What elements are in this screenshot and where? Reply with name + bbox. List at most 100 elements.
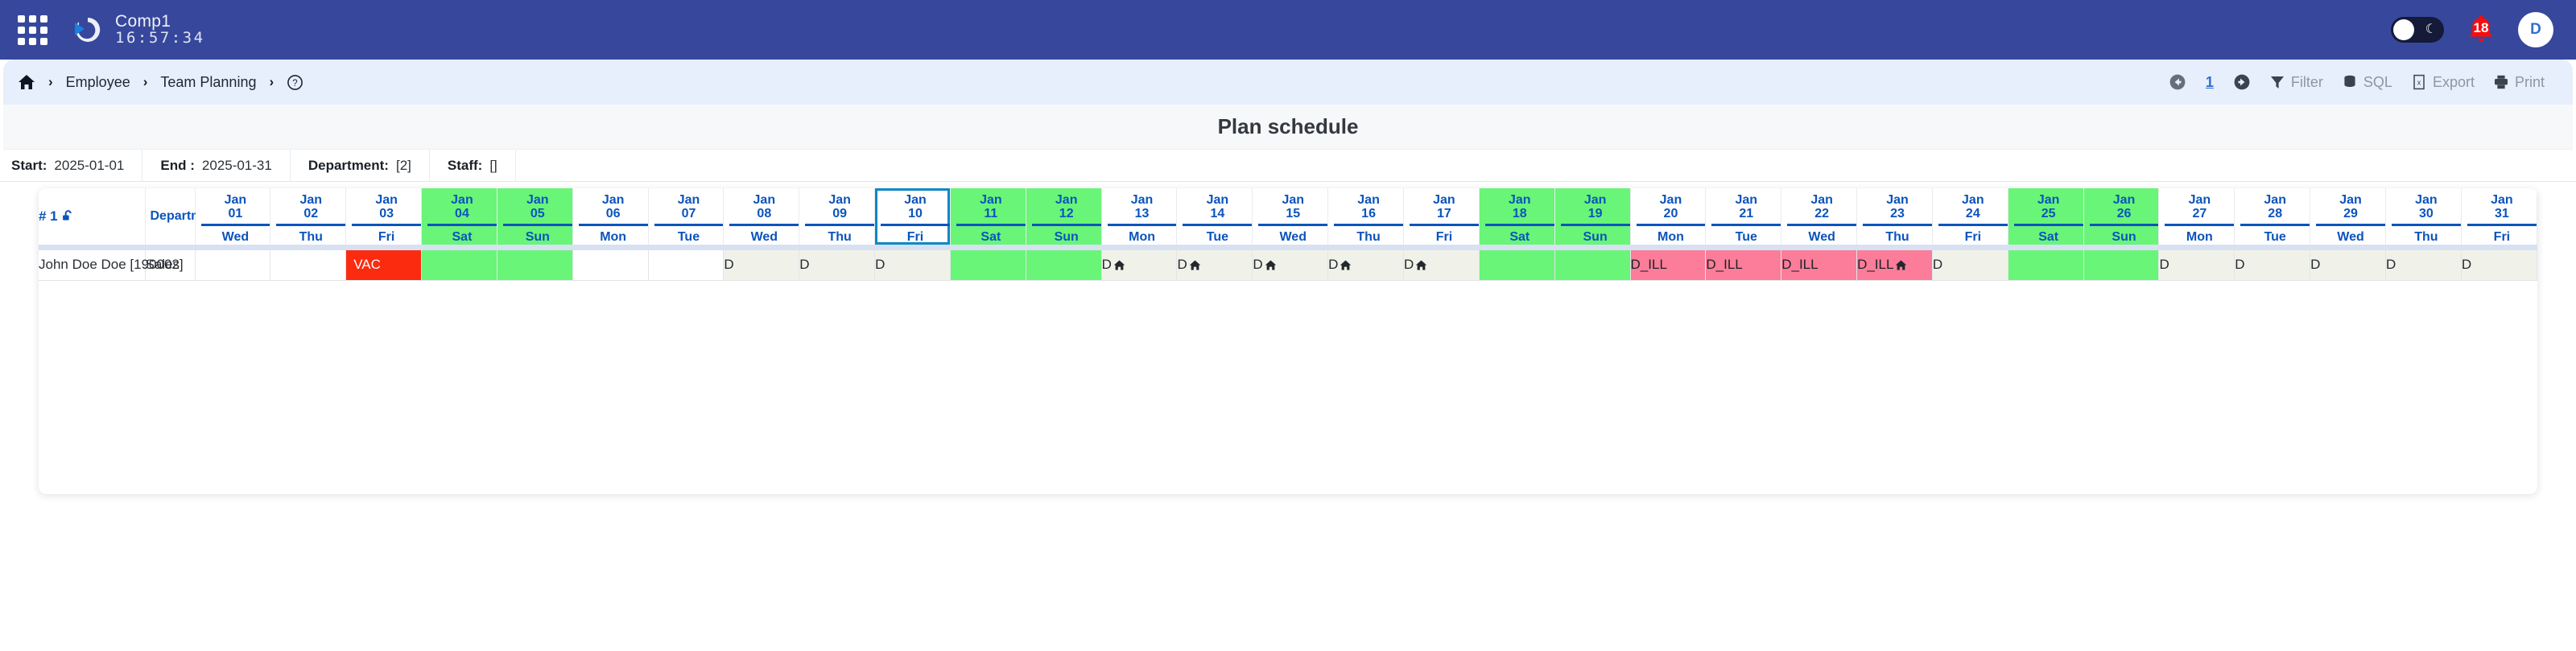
filter-funnel-icon <box>2270 76 2284 89</box>
day-column-header[interactable]: Jan 27 Mon <box>2158 188 2235 245</box>
toggle-knob <box>2393 19 2414 40</box>
user-avatar[interactable]: D <box>2518 12 2553 47</box>
day-header-weekday: Tue <box>1206 229 1229 244</box>
day-column-header[interactable]: Jan 08 Wed <box>723 188 800 245</box>
day-header-weekday: Mon <box>2186 229 2213 244</box>
schedule-cell[interactable] <box>950 249 1026 282</box>
day-column-header[interactable]: Jan 11 Sat <box>950 188 1026 245</box>
day-column-header[interactable]: Jan 07 Tue <box>648 188 724 245</box>
top-app-bar: Comp1 16:57:34 ☾ 18 D <box>0 0 2576 60</box>
schedule-cell[interactable] <box>2008 249 2084 282</box>
filter-end[interactable]: End : 2025-01-31 <box>142 150 291 181</box>
print-button[interactable]: Print <box>2487 72 2550 93</box>
day-column-header[interactable]: Jan 29 Wed <box>2310 188 2386 245</box>
schedule-cell[interactable]: D <box>1252 249 1329 282</box>
prev-page-button[interactable] <box>2163 72 2192 93</box>
sql-button[interactable]: SQL <box>2336 72 2398 93</box>
current-page-number[interactable]: 1 <box>2199 74 2220 91</box>
day-column-header[interactable]: Jan 18 Sat <box>1479 188 1555 245</box>
schedule-cell[interactable] <box>2083 249 2160 282</box>
day-column-header[interactable]: Jan 10 Fri <box>874 188 951 245</box>
employee-name-cell[interactable]: John Doe Doe [190002] <box>39 249 184 282</box>
breadcrumb-item-team-planning[interactable]: Team Planning <box>160 74 256 91</box>
schedule-cell[interactable] <box>497 249 573 282</box>
schedule-cell[interactable]: D <box>799 249 876 282</box>
filter-start[interactable]: Start: 2025-01-01 <box>0 150 143 181</box>
schedule-cell[interactable]: D <box>1101 249 1178 282</box>
schedule-cell[interactable]: D <box>723 249 800 282</box>
schedule-cell[interactable]: VAC <box>345 249 423 282</box>
day-column-header[interactable]: Jan 23 Thu <box>1856 188 1933 245</box>
schedule-cell[interactable]: D <box>1327 249 1404 282</box>
schedule-cell[interactable] <box>1479 249 1555 282</box>
day-column-header[interactable]: Jan 25 Sat <box>2008 188 2084 245</box>
day-column-header[interactable]: Jan 04 Sat <box>421 188 497 245</box>
day-column-header[interactable]: Jan 20 Mon <box>1630 188 1707 245</box>
day-column-header[interactable]: Jan 24 Fri <box>1932 188 2008 245</box>
schedule-cell[interactable] <box>421 249 497 282</box>
schedule-cell[interactable] <box>572 249 649 282</box>
day-column-header[interactable]: Jan 22 Wed <box>1781 188 1858 245</box>
schedule-cell[interactable]: D <box>1932 249 2008 282</box>
day-column-header[interactable]: Jan 28 Tue <box>2234 188 2311 245</box>
schedule-cell[interactable]: D <box>874 249 951 282</box>
filter-department[interactable]: Department: [2] <box>291 150 430 181</box>
day-column-header[interactable]: Jan 14 Tue <box>1176 188 1253 245</box>
unlock-icon <box>62 210 72 220</box>
table-row[interactable]: John Doe Doe [190002] Sales VAC D D D D D D D D D_I… <box>39 249 2537 282</box>
schedule-cell[interactable] <box>648 249 724 282</box>
day-column-header[interactable]: Jan 03 Fri <box>345 188 423 245</box>
schedule-card: # 1 Department Jan 01 Wed Jan 02 Thu Jan 03 Fri Jan… <box>39 188 2537 494</box>
schedule-cell-text: D_ILL <box>1857 257 1894 273</box>
schedule-cell[interactable]: D <box>2310 249 2386 282</box>
schedule-cell[interactable] <box>195 249 271 282</box>
next-page-button[interactable] <box>2227 72 2256 93</box>
notifications-button[interactable]: 18 <box>2465 13 2497 47</box>
schedule-cell[interactable]: D <box>1176 249 1253 282</box>
day-column-header[interactable]: Jan 06 Mon <box>572 188 649 245</box>
day-column-header[interactable]: Jan 19 Sun <box>1554 188 1631 245</box>
breadcrumb-item-employee[interactable]: Employee <box>66 74 130 91</box>
schedule-cell[interactable]: D_ILL <box>1630 249 1707 282</box>
schedule-cell[interactable]: D <box>2461 249 2537 282</box>
brand[interactable]: Comp1 16:57:34 <box>72 12 205 47</box>
dark-mode-toggle[interactable]: ☾ <box>2391 17 2444 43</box>
filter-staff[interactable]: Staff: [] <box>430 150 516 181</box>
plan-header-spacer-row <box>39 244 2537 250</box>
schedule-cell[interactable]: D <box>1403 249 1480 282</box>
schedule-cell[interactable] <box>270 249 347 282</box>
day-column-header[interactable]: Jan 02 Thu <box>270 188 347 245</box>
day-header-weekday: Thu <box>299 229 323 244</box>
day-column-header[interactable]: Jan 09 Thu <box>799 188 876 245</box>
day-column-header[interactable]: Jan 16 Thu <box>1327 188 1404 245</box>
apps-grid-icon[interactable] <box>18 14 47 45</box>
schedule-cell[interactable]: D_ILL <box>1781 249 1858 282</box>
day-column-header[interactable]: Jan 31 Fri <box>2461 188 2537 245</box>
day-column-header[interactable]: Jan 17 Fri <box>1403 188 1480 245</box>
day-header-date: Jan 13 <box>1130 193 1154 221</box>
schedule-cell[interactable] <box>1026 249 1102 282</box>
schedule-cell[interactable]: D_ILL <box>1856 249 1933 282</box>
day-column-header[interactable]: Jan 26 Sun <box>2083 188 2160 245</box>
day-column-header[interactable]: Jan 01 Wed <box>195 188 271 245</box>
export-button[interactable]: x Export <box>2405 72 2480 93</box>
day-column-header[interactable]: Jan 30 Thu <box>2385 188 2462 245</box>
schedule-cell[interactable]: D <box>2158 249 2235 282</box>
day-column-header[interactable]: Jan 05 Sun <box>497 188 573 245</box>
schedule-cell-text: D <box>1101 257 1112 273</box>
day-header-date: Jan 27 <box>2188 193 2211 221</box>
schedule-cell[interactable]: D <box>2234 249 2311 282</box>
day-column-header[interactable]: Jan 15 Wed <box>1252 188 1329 245</box>
day-column-header[interactable]: Jan 13 Mon <box>1101 188 1178 245</box>
question-circle-icon[interactable]: ? <box>287 74 303 91</box>
schedule-cell[interactable] <box>1554 249 1631 282</box>
day-header-weekday: Wed <box>750 229 778 244</box>
day-header-weekday: Sat <box>427 225 497 245</box>
schedule-cell[interactable]: D_ILL <box>1705 249 1782 282</box>
home-icon[interactable] <box>18 73 35 91</box>
schedule-cell[interactable]: D <box>2385 249 2462 282</box>
day-column-header[interactable]: Jan 21 Tue <box>1705 188 1782 245</box>
filter-button[interactable]: Filter <box>2264 72 2329 93</box>
day-column-header[interactable]: Jan 12 Sun <box>1026 188 1102 245</box>
schedule-cell-text: D <box>2461 257 2472 273</box>
